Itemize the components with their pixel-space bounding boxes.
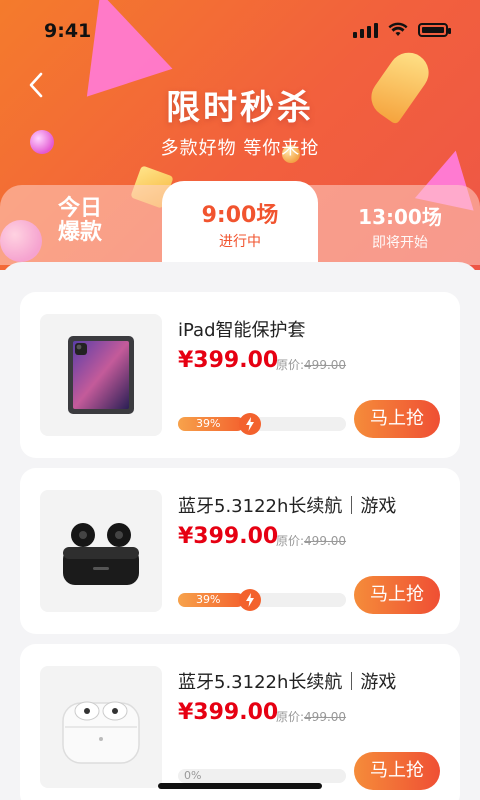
- tab-time: 13:00场: [358, 205, 442, 229]
- grab-now-button[interactable]: 马上抢: [354, 752, 440, 790]
- header-banner: 9:41 限时秒杀 多款好物 等你来抢 今日 爆款 9:00场 进行中 13:0…: [0, 0, 480, 270]
- grab-now-button[interactable]: 马上抢: [354, 400, 440, 438]
- product-image-earbuds: [40, 490, 162, 612]
- sale-price: ¥399.00: [178, 700, 279, 725]
- sold-progress-bar: 39%: [178, 413, 346, 435]
- cellular-signal-icon: [353, 22, 378, 38]
- status-time: 9:41: [44, 20, 92, 42]
- page-subtitle: 多款好物 等你来抢: [160, 138, 320, 159]
- sold-progress-bar: 39%: [178, 589, 346, 611]
- status-bar: 9:41: [0, 0, 480, 60]
- product-image-ipad: [40, 314, 162, 436]
- grab-now-button[interactable]: 马上抢: [354, 576, 440, 614]
- tab-today-hot[interactable]: 今日 爆款: [0, 185, 160, 265]
- original-price: 原价:499.00: [276, 358, 347, 372]
- product-image-airpods: [40, 666, 162, 788]
- product-card[interactable]: 蓝牙5.3122h长续航｜游戏 ¥399.00 原价:499.00 0% 马上抢: [20, 644, 460, 800]
- sale-price: ¥399.00: [178, 524, 279, 549]
- status-icons: [353, 22, 451, 38]
- battery-icon: [418, 23, 451, 37]
- product-name: iPad智能保护套: [178, 320, 306, 341]
- product-name: 蓝牙5.3122h长续航｜游戏: [178, 672, 397, 693]
- sold-progress-bar: 0%: [178, 769, 346, 783]
- original-price: 原价:499.00: [276, 534, 347, 548]
- tab-label: 今日: [57, 196, 102, 221]
- original-price: 原价:499.00: [276, 710, 347, 724]
- sale-price: ¥399.00: [178, 348, 279, 373]
- session-tabs: 今日 爆款 9:00场 进行中 13:00场 即将开始: [0, 181, 480, 269]
- product-card[interactable]: iPad智能保护套 ¥399.00 原价:499.00 39% 马上抢: [20, 292, 460, 458]
- tab-status: 即将开始: [372, 235, 428, 251]
- page-title: 限时秒杀: [166, 88, 314, 128]
- lightning-icon: [238, 589, 261, 611]
- progress-text: 39%: [196, 593, 221, 606]
- wifi-icon: [388, 22, 408, 36]
- progress-text: 0%: [184, 769, 202, 782]
- tab-time: 9:00场: [201, 203, 279, 228]
- product-list: iPad智能保护套 ¥399.00 原价:499.00 39% 马上抢 蓝牙5.…: [0, 262, 480, 800]
- tab-label: 爆款: [57, 220, 102, 245]
- tab-status: 进行中: [219, 234, 261, 250]
- tab-9-00[interactable]: 9:00场 进行中: [162, 181, 318, 269]
- tab-13-00[interactable]: 13:00场 即将开始: [320, 185, 480, 265]
- progress-text: 39%: [196, 417, 221, 430]
- product-name: 蓝牙5.3122h长续航｜游戏: [178, 496, 397, 517]
- product-card[interactable]: 蓝牙5.3122h长续航｜游戏 ¥399.00 原价:499.00 39% 马上…: [20, 468, 460, 634]
- lightning-icon: [238, 413, 261, 435]
- home-indicator: [158, 783, 322, 789]
